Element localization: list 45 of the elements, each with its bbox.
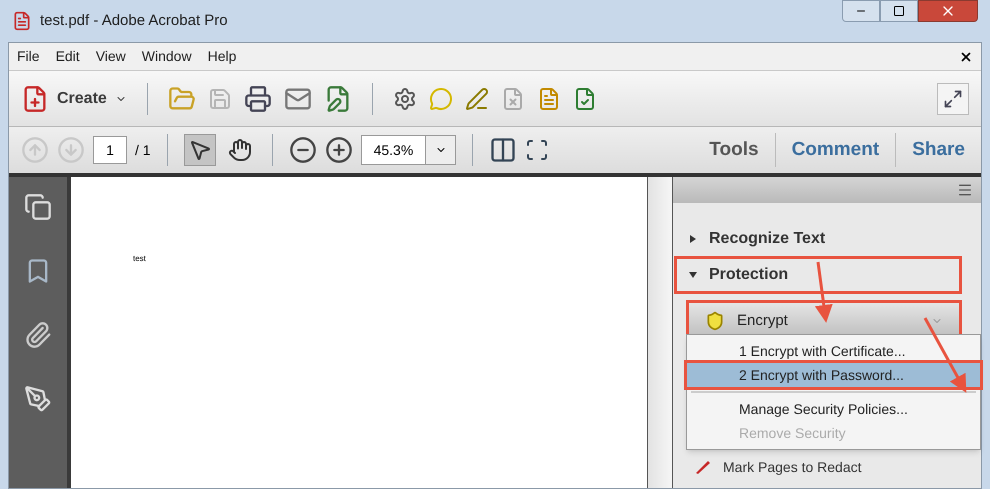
scrollbar[interactable]	[647, 177, 673, 488]
menu-option[interactable]: Manage Security Policies...	[687, 397, 980, 421]
page-total: / 1	[135, 140, 151, 160]
select-tool-button[interactable]	[184, 134, 216, 166]
menu-item[interactable]: File	[17, 46, 40, 67]
expand-button[interactable]	[937, 82, 969, 114]
menu-item[interactable]: Window	[142, 46, 192, 67]
menu-item[interactable]: Edit	[56, 46, 80, 67]
panel-tab[interactable]: Share	[895, 133, 981, 167]
page-number-field[interactable]: 1	[93, 136, 127, 164]
zoom-in-icon[interactable]	[324, 136, 353, 164]
arrow	[814, 262, 833, 323]
sign-icon[interactable]	[464, 86, 489, 110]
expand-icon	[943, 88, 963, 108]
panel-tab[interactable]: Comment	[774, 133, 896, 167]
hand-icon	[228, 138, 252, 162]
close-icon[interactable]	[959, 50, 973, 64]
expanded-triangle-icon	[689, 271, 697, 279]
document-text: test	[133, 254, 146, 263]
paperclip-icon[interactable]	[24, 321, 52, 349]
pen-stroke-icon	[695, 460, 711, 474]
menu-item[interactable]: Help	[208, 46, 236, 67]
panel-section[interactable]: Recognize Text	[677, 223, 959, 255]
maximize-icon	[893, 5, 905, 17]
zoom-field[interactable]: 45.3%	[360, 135, 456, 165]
window-title: test.pdf - Adobe Acrobat Pro	[40, 10, 228, 31]
menu-item[interactable]: View	[96, 46, 126, 67]
zoom-out-icon[interactable]	[288, 136, 317, 164]
panel-section[interactable]: Protection	[677, 259, 959, 291]
fit-page-icon[interactable]	[489, 136, 518, 164]
pdf-file-icon	[12, 11, 32, 31]
settings-icon[interactable]	[392, 86, 417, 110]
signature-icon[interactable]	[24, 385, 52, 413]
collapsed-triangle-icon	[689, 235, 697, 243]
panel-tab[interactable]: Tools	[693, 133, 775, 167]
maximize-button[interactable]	[880, 0, 918, 22]
panel-item[interactable]: Mark Pages to Redact	[723, 459, 862, 475]
menu-option[interactable]: 1 Encrypt with Certificate...	[687, 339, 980, 363]
print-icon[interactable]	[244, 84, 272, 112]
shield-icon	[705, 311, 725, 331]
panel-options-icon[interactable]	[957, 182, 973, 198]
pages-icon[interactable]	[24, 193, 52, 221]
create-button[interactable]: Create	[21, 84, 127, 112]
menu-option[interactable]: 2 Encrypt with Password...	[687, 363, 980, 387]
close-button[interactable]	[918, 0, 978, 22]
